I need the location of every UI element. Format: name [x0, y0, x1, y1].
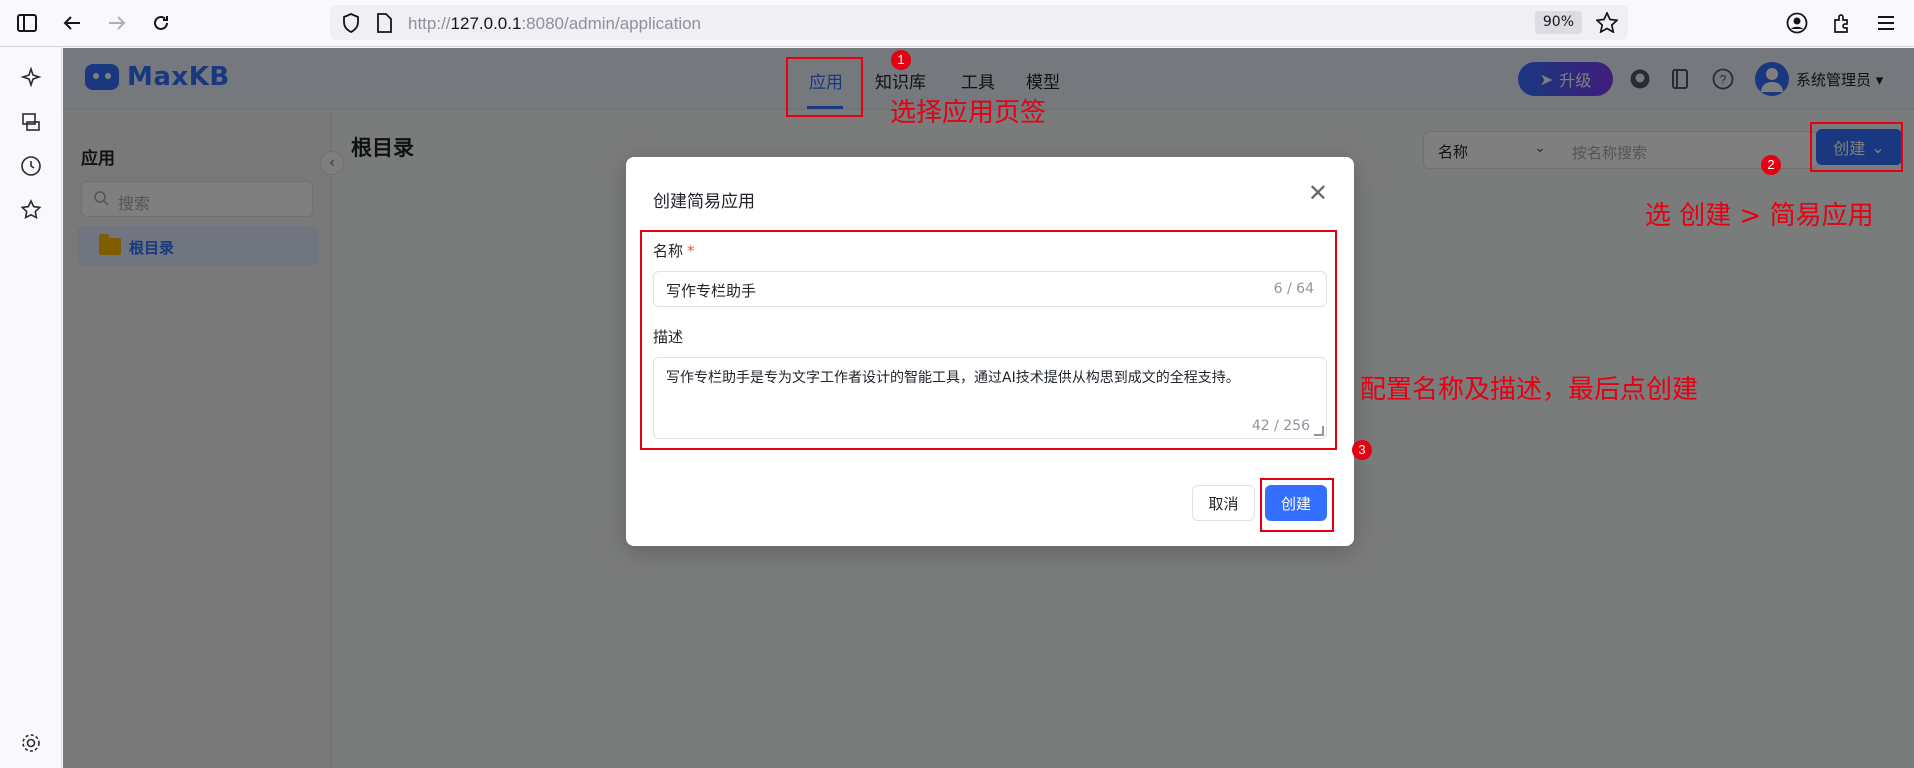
- back-icon[interactable]: [59, 10, 85, 36]
- close-icon[interactable]: ✕: [1308, 181, 1328, 205]
- menu-icon[interactable]: [1873, 10, 1899, 36]
- browser-toolbar: http://127.0.0.1:8080/admin/application …: [0, 0, 1914, 47]
- zoom-badge[interactable]: 90%: [1534, 11, 1582, 34]
- ai-sparkle-icon[interactable]: [18, 65, 44, 91]
- account-icon[interactable]: [1784, 10, 1810, 36]
- annotation-text-2: 选 创建 > 简易应用: [1645, 201, 1874, 231]
- annotation-box-step3-fields: [640, 230, 1337, 450]
- settings-gear-icon[interactable]: [18, 730, 44, 756]
- annotation-box-step1: [786, 57, 863, 117]
- bookmarks-icon[interactable]: [18, 197, 44, 223]
- dialog-title: 创建简易应用: [653, 192, 755, 212]
- cancel-button[interactable]: 取消: [1192, 485, 1255, 521]
- annotation-badge-1: 1: [891, 50, 911, 70]
- annotation-badge-3: 3: [1352, 440, 1372, 460]
- synced-tabs-icon[interactable]: [18, 109, 44, 135]
- annotation-box-step2: [1810, 122, 1903, 172]
- history-icon[interactable]: [18, 153, 44, 179]
- annotation-text-3: 配置名称及描述，最后点创建: [1360, 375, 1699, 405]
- page-icon: [376, 13, 392, 37]
- bookmark-star-icon[interactable]: [1595, 10, 1619, 37]
- sidebar-toggle-icon[interactable]: [14, 10, 40, 36]
- url-text[interactable]: http://127.0.0.1:8080/admin/application: [408, 14, 701, 34]
- forward-icon[interactable]: [104, 10, 130, 36]
- shield-icon[interactable]: [342, 13, 360, 37]
- url-bar[interactable]: http://127.0.0.1:8080/admin/application …: [330, 5, 1628, 40]
- reload-icon[interactable]: [148, 10, 174, 36]
- annotation-text-1: 选择应用页签: [890, 98, 1047, 128]
- browser-sidebar: [0, 47, 62, 768]
- extensions-icon[interactable]: [1829, 10, 1855, 36]
- annotation-badge-2: 2: [1761, 155, 1781, 175]
- annotation-box-step3-button: [1260, 478, 1334, 532]
